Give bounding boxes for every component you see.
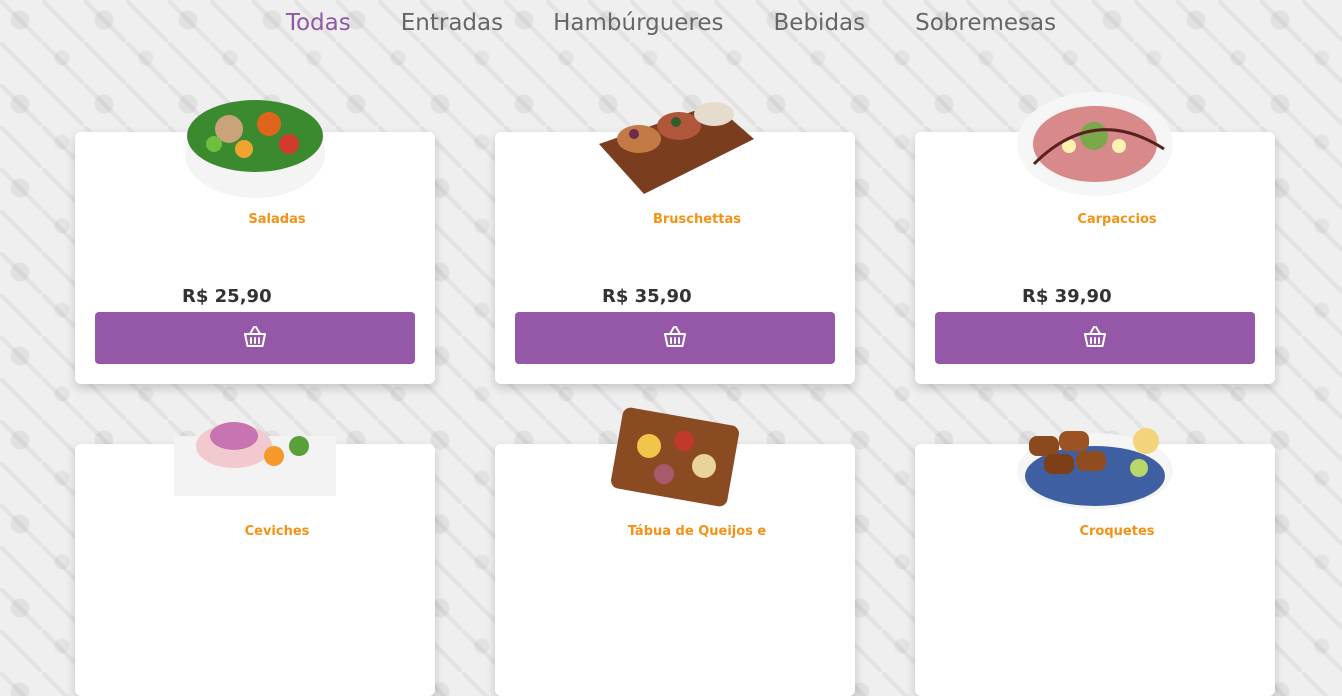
product-title: Bruschettas: [652, 212, 742, 227]
add-to-cart-button[interactable]: [95, 312, 415, 364]
product-card-ceviches: Ceviches: [75, 422, 435, 696]
tab-entradas[interactable]: Entradas: [401, 10, 503, 36]
product-title: Ceviches: [244, 524, 310, 539]
add-to-cart-button[interactable]: [935, 312, 1255, 364]
add-to-cart-button[interactable]: [515, 312, 835, 364]
product-price: R$ 39,90: [1022, 286, 1112, 307]
product-title: Croquetes: [1079, 524, 1155, 539]
cheese-board-image: [594, 396, 756, 514]
category-nav: Todas Entradas Hambúrgueres Bebidas Sobr…: [0, 10, 1342, 36]
product-card-saladas: Saladas R$ 25,90: [75, 100, 435, 384]
product-card-carpaccios: Carpaccios R$ 39,90: [915, 92, 1275, 384]
tab-bebidas[interactable]: Bebidas: [774, 10, 866, 36]
tab-hamburgueres[interactable]: Hambúrgueres: [553, 10, 723, 36]
product-card-bruschettas: Bruschettas R$ 35,90: [495, 102, 855, 384]
croquettes-plate-image: [1014, 396, 1176, 514]
tab-sobremesas[interactable]: Sobremesas: [915, 10, 1056, 36]
basket-icon: [242, 325, 268, 352]
bruschetta-board-image: [594, 84, 756, 202]
basket-icon: [662, 325, 688, 352]
product-price: R$ 35,90: [602, 286, 692, 307]
product-title: Saladas: [248, 212, 306, 227]
basket-icon: [1082, 325, 1108, 352]
product-title: Carpaccios: [1077, 212, 1157, 227]
product-title: Tábua de Queijos e: [627, 524, 767, 539]
product-card-tabua-de-queijos: Tábua de Queijos e: [495, 407, 855, 696]
product-card-croquetes: Croquetes: [915, 428, 1275, 696]
tab-todas[interactable]: Todas: [286, 10, 351, 36]
salad-bowl-image: [174, 84, 336, 202]
carpaccio-plate-image: [1014, 84, 1176, 202]
ceviche-plate-image: [174, 396, 336, 514]
product-price: R$ 25,90: [182, 286, 272, 307]
